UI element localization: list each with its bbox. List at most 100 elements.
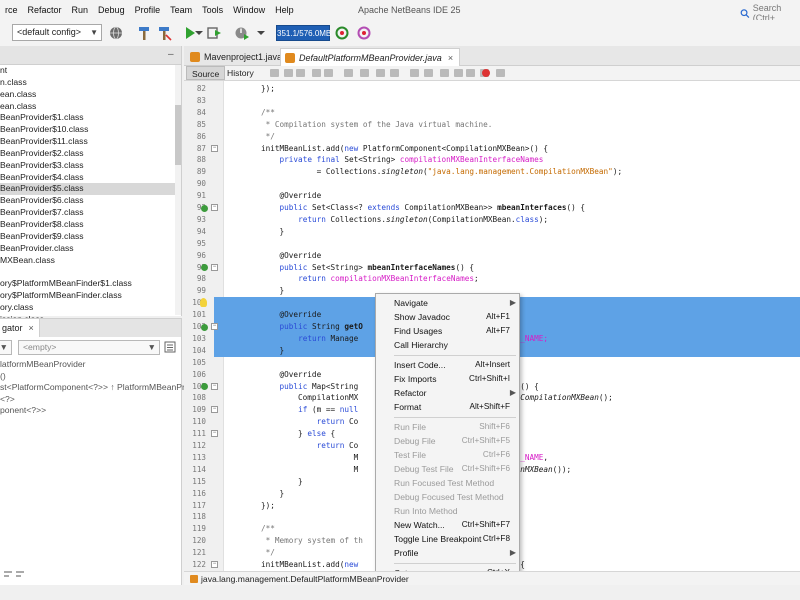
breadcrumb-label: java.lang.management.DefaultPlatformMBea… bbox=[201, 574, 409, 584]
fold-toggle-icon[interactable]: − bbox=[211, 382, 218, 390]
context-menu-item[interactable]: Fix Imports Ctrl+Shift+I bbox=[376, 372, 519, 386]
file-tree-row[interactable]: ean.class bbox=[0, 101, 176, 113]
menu-item[interactable]: Team bbox=[165, 0, 197, 20]
editor-toolbar-icon[interactable] bbox=[410, 69, 419, 77]
fold-toggle-icon[interactable]: − bbox=[211, 204, 218, 211]
context-menu-item[interactable]: Call Hierarchy bbox=[376, 338, 519, 352]
lightbulb-icon[interactable] bbox=[200, 298, 207, 308]
editor-toolbar-icon[interactable] bbox=[324, 69, 333, 77]
menu-item[interactable]: Run bbox=[67, 0, 94, 20]
override-marker-icon[interactable] bbox=[201, 264, 208, 271]
files-scrollbar[interactable] bbox=[175, 65, 181, 315]
file-tree-row[interactable]: BeanProvider$8.class bbox=[0, 219, 176, 231]
globe-icon[interactable] bbox=[108, 25, 124, 41]
context-menu-item[interactable]: Format Alt+Shift+F bbox=[376, 400, 519, 414]
menu-item[interactable]: rce bbox=[0, 0, 23, 20]
file-tree-row[interactable]: BeanProvider$6.class bbox=[0, 195, 176, 207]
clean-build-icon[interactable] bbox=[156, 25, 172, 41]
navigator-row[interactable]: ponent<?>> bbox=[0, 405, 201, 417]
navigator-filter-select[interactable]: <empty> ▼ bbox=[18, 340, 160, 355]
debug-icon[interactable] bbox=[206, 25, 222, 41]
context-menu-item[interactable]: Refactor ▶ bbox=[376, 386, 519, 400]
file-tree-row[interactable]: BeanProvider$5.class bbox=[0, 183, 176, 196]
history-tab[interactable]: History bbox=[222, 66, 259, 80]
menu-item[interactable]: Tools bbox=[197, 0, 228, 20]
editor-toolbar-icon[interactable] bbox=[270, 69, 279, 77]
scrollbar-thumb[interactable] bbox=[175, 105, 181, 165]
editor-toolbar-icon[interactable] bbox=[390, 69, 399, 77]
fold-toggle-icon[interactable]: − bbox=[211, 561, 218, 568]
record-macro-icon[interactable] bbox=[482, 69, 490, 77]
close-icon[interactable]: – bbox=[168, 49, 174, 60]
close-icon[interactable]: × bbox=[29, 323, 34, 333]
source-tab[interactable]: Source bbox=[186, 66, 226, 80]
file-tree-row[interactable]: BeanProvider$11.class bbox=[0, 136, 176, 148]
breadcrumb-item[interactable]: java.lang.management.DefaultPlatformMBea… bbox=[190, 572, 409, 586]
navigator-row[interactable]: <?> bbox=[0, 394, 201, 406]
context-menu-item[interactable]: New Watch... Ctrl+Shift+F7 bbox=[376, 518, 519, 532]
file-tree-row[interactable]: BeanProvider$2.class bbox=[0, 148, 176, 160]
override-marker-icon[interactable] bbox=[201, 383, 208, 390]
menu-item[interactable]: Refactor bbox=[23, 0, 67, 20]
context-menu-item[interactable]: Show Javadoc Alt+F1 bbox=[376, 310, 519, 324]
fold-toggle-icon[interactable]: − bbox=[211, 406, 218, 414]
file-tree-row[interactable]: BeanProvider$9.class bbox=[0, 231, 176, 243]
menu-item[interactable]: Window bbox=[228, 0, 270, 20]
sort-icon[interactable] bbox=[4, 569, 34, 579]
file-tree-row[interactable]: BeanProvider$10.class bbox=[0, 124, 176, 136]
gc-icon[interactable] bbox=[334, 25, 350, 41]
config-select[interactable]: <default config> ▼ bbox=[12, 24, 102, 41]
fold-toggle-icon[interactable]: − bbox=[211, 430, 218, 438]
editor-toolbar-icon[interactable] bbox=[344, 69, 353, 77]
file-tree-row[interactable]: n.class bbox=[0, 77, 176, 89]
profile-dropdown-icon[interactable] bbox=[254, 25, 270, 41]
file-tree-row[interactable]: ean.class bbox=[0, 89, 176, 101]
file-tree-row[interactable]: BeanProvider$1.class bbox=[0, 112, 176, 124]
editor-toolbar-icon[interactable] bbox=[466, 69, 475, 77]
editor-toolbar-icon[interactable] bbox=[424, 69, 433, 77]
navigator-row[interactable]: () bbox=[0, 371, 201, 383]
editor-toolbar-icon[interactable] bbox=[296, 69, 305, 77]
menu-item[interactable]: Help bbox=[270, 0, 299, 20]
file-tree-row[interactable] bbox=[0, 266, 176, 278]
context-menu-item[interactable]: Find Usages Alt+F7 bbox=[376, 324, 519, 338]
navigator-row[interactable]: latformMBeanProvider bbox=[0, 359, 201, 371]
file-tree-row[interactable]: BeanProvider$4.class bbox=[0, 172, 176, 184]
context-menu-item[interactable]: Toggle Line Breakpoint Ctrl+F8 bbox=[376, 532, 519, 546]
profiler-snapshot-icon[interactable] bbox=[356, 25, 372, 41]
file-tree-row[interactable]: nt bbox=[0, 65, 176, 77]
file-tree-row[interactable]: ory$PlatformMBeanFinder$1.class bbox=[0, 278, 176, 290]
menu-item[interactable]: Debug bbox=[93, 0, 130, 20]
fold-toggle-icon[interactable]: − bbox=[211, 323, 218, 330]
navigator-tab[interactable]: gator × bbox=[0, 319, 40, 337]
context-menu-item[interactable]: Profile ▶ bbox=[376, 546, 519, 560]
file-tree-row[interactable]: BeanProvider$7.class bbox=[0, 207, 176, 219]
editor-toolbar-icon[interactable] bbox=[312, 69, 321, 77]
editor-toolbar-icon[interactable] bbox=[376, 69, 385, 77]
editor-toolbar-icon[interactable] bbox=[496, 69, 505, 77]
profile-icon[interactable] bbox=[234, 25, 250, 41]
navigator-scope-select[interactable]: ▼ bbox=[0, 340, 12, 355]
hammer-icon[interactable] bbox=[136, 25, 152, 41]
fold-toggle-icon[interactable]: − bbox=[211, 263, 218, 271]
editor-toolbar-icon[interactable] bbox=[440, 69, 449, 77]
override-marker-icon[interactable] bbox=[201, 204, 208, 212]
fold-toggle-icon[interactable]: − bbox=[211, 144, 218, 152]
file-tree-row[interactable]: MXBean.class bbox=[0, 255, 176, 267]
file-tree-row[interactable]: ory$PlatformMBeanFinder.class bbox=[0, 290, 176, 302]
editor-toolbar-icon[interactable] bbox=[284, 69, 293, 77]
navigator-options-icon[interactable] bbox=[164, 341, 176, 353]
override-marker-icon[interactable] bbox=[201, 323, 208, 331]
menu-item[interactable]: Profile bbox=[130, 0, 166, 20]
file-tree-row[interactable]: BeanProvider$3.class bbox=[0, 160, 176, 172]
memory-indicator[interactable]: 351.1/576.0MB bbox=[276, 25, 331, 41]
context-menu-item[interactable]: Navigate ▶ bbox=[376, 296, 519, 310]
context-menu-item[interactable]: Insert Code... Alt+Insert bbox=[376, 358, 519, 372]
editor-toolbar-icon[interactable] bbox=[360, 69, 369, 77]
editor-tab[interactable]: DefaultPlatformMBeanProvider.java × bbox=[280, 48, 460, 66]
navigator-row[interactable]: st<PlatformComponent<?>> ↑ PlatformMBean… bbox=[0, 382, 201, 394]
editor-toolbar-icon[interactable] bbox=[454, 69, 463, 77]
file-tree-row[interactable]: BeanProvider.class bbox=[0, 243, 176, 255]
close-icon[interactable]: × bbox=[448, 53, 453, 63]
file-tree-row[interactable]: ory.class bbox=[0, 302, 176, 314]
